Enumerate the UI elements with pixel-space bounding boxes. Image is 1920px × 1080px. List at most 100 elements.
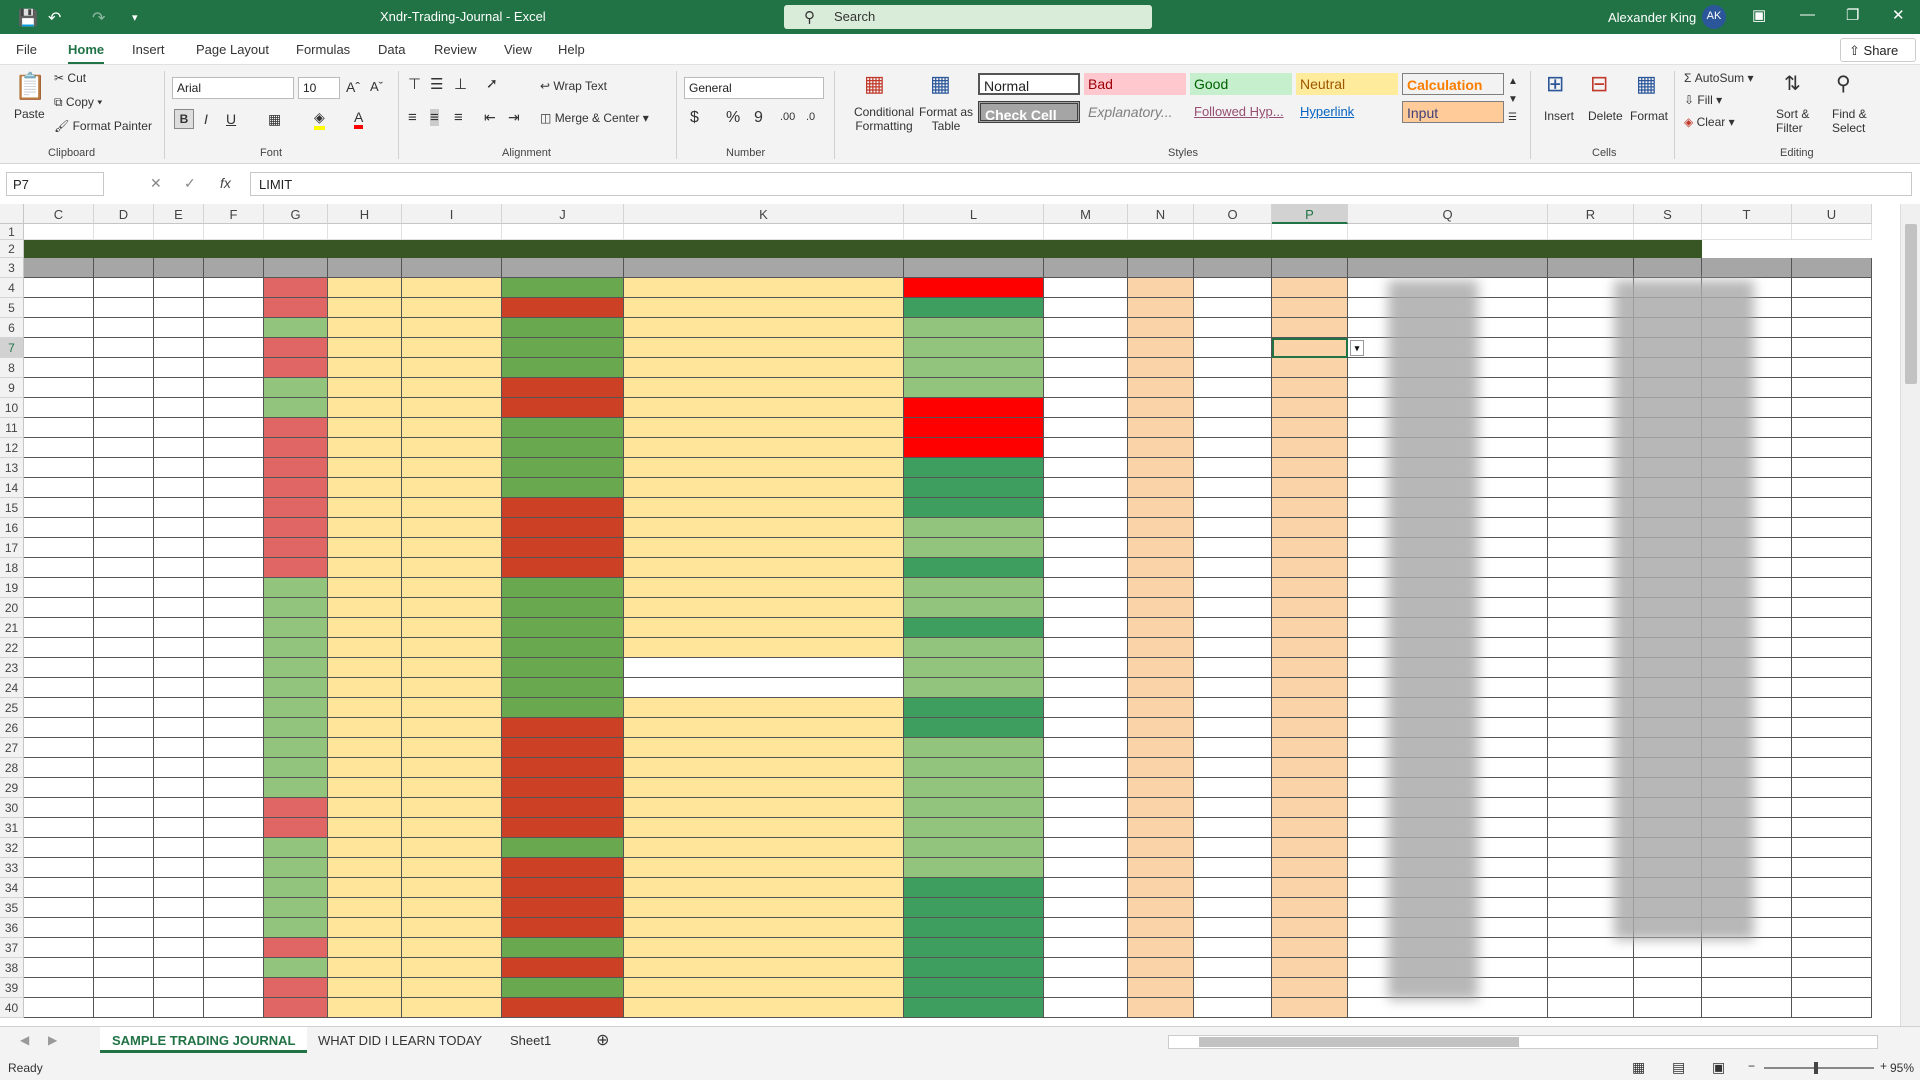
cell[interactable] xyxy=(1194,898,1272,918)
column-header[interactable]: D xyxy=(94,204,154,224)
cell[interactable] xyxy=(204,878,264,898)
cell[interactable] xyxy=(24,978,94,998)
sheet-tab-what-did-i-learn-today[interactable]: WHAT DID I LEARN TODAY xyxy=(306,1027,494,1053)
cell[interactable] xyxy=(502,318,624,338)
cell[interactable] xyxy=(402,758,502,778)
cell[interactable] xyxy=(904,638,1044,658)
cell[interactable] xyxy=(1044,658,1128,678)
clear-button[interactable]: ◈ Clear ▾ xyxy=(1684,115,1735,129)
cell[interactable] xyxy=(1128,978,1194,998)
cell[interactable] xyxy=(24,818,94,838)
cell[interactable] xyxy=(94,858,154,878)
cell[interactable] xyxy=(904,598,1044,618)
cell[interactable] xyxy=(402,998,502,1018)
cell[interactable] xyxy=(154,858,204,878)
cell[interactable] xyxy=(264,918,328,938)
cell[interactable] xyxy=(402,318,502,338)
cell[interactable] xyxy=(204,758,264,778)
cell[interactable] xyxy=(1194,458,1272,478)
cell[interactable] xyxy=(154,418,204,438)
cell[interactable] xyxy=(904,418,1044,438)
cell[interactable] xyxy=(154,438,204,458)
cell[interactable] xyxy=(1792,598,1872,618)
cell[interactable] xyxy=(1128,678,1194,698)
cell[interactable] xyxy=(1272,578,1348,598)
row-header[interactable]: 24 xyxy=(0,678,24,698)
cell[interactable] xyxy=(624,378,904,398)
cell[interactable] xyxy=(624,698,904,718)
cell[interactable] xyxy=(1272,438,1348,458)
cell[interactable] xyxy=(1272,758,1348,778)
cell[interactable] xyxy=(502,858,624,878)
cell[interactable] xyxy=(328,678,402,698)
cell[interactable] xyxy=(264,758,328,778)
cell[interactable] xyxy=(1272,878,1348,898)
cell[interactable] xyxy=(328,698,402,718)
cell[interactable] xyxy=(502,958,624,978)
cell[interactable] xyxy=(154,818,204,838)
cell[interactable] xyxy=(264,378,328,398)
cell[interactable] xyxy=(328,518,402,538)
cell[interactable] xyxy=(624,658,904,678)
cell[interactable] xyxy=(624,338,904,358)
cell[interactable] xyxy=(204,278,264,298)
cell[interactable] xyxy=(1792,338,1872,358)
cell[interactable] xyxy=(204,958,264,978)
column-header[interactable]: N xyxy=(1128,204,1194,224)
cell[interactable] xyxy=(154,338,204,358)
column-title[interactable] xyxy=(1194,258,1272,278)
format-table-icon[interactable]: ▦ xyxy=(930,71,951,97)
cell[interactable] xyxy=(204,378,264,398)
cell[interactable] xyxy=(1194,718,1272,738)
row-header[interactable]: 29 xyxy=(0,778,24,798)
cell[interactable] xyxy=(1194,738,1272,758)
cell[interactable] xyxy=(24,298,94,318)
format-cells-button[interactable]: Format xyxy=(1630,109,1668,123)
cell[interactable] xyxy=(94,458,154,478)
cell[interactable] xyxy=(402,358,502,378)
decrease-font-icon[interactable]: Aˇ xyxy=(370,79,383,94)
cell[interactable] xyxy=(264,338,328,358)
cell[interactable] xyxy=(24,778,94,798)
cell[interactable] xyxy=(1548,938,1634,958)
cell[interactable] xyxy=(1702,978,1792,998)
cell[interactable] xyxy=(154,658,204,678)
cell[interactable] xyxy=(1792,958,1872,978)
cell[interactable] xyxy=(624,478,904,498)
cell[interactable] xyxy=(502,538,624,558)
cell[interactable] xyxy=(502,778,624,798)
cell[interactable] xyxy=(264,978,328,998)
cell[interactable] xyxy=(264,618,328,638)
cell[interactable] xyxy=(624,738,904,758)
row-header[interactable]: 17 xyxy=(0,538,24,558)
row-header[interactable]: 14 xyxy=(0,478,24,498)
cell[interactable] xyxy=(1348,224,1548,240)
cell[interactable] xyxy=(904,578,1044,598)
cell[interactable] xyxy=(1194,878,1272,898)
cell[interactable] xyxy=(1194,658,1272,678)
zoom-in-icon[interactable]: + xyxy=(1880,1059,1887,1073)
cell[interactable] xyxy=(264,398,328,418)
cell[interactable] xyxy=(1272,978,1348,998)
cell[interactable] xyxy=(1792,678,1872,698)
cell[interactable] xyxy=(502,978,624,998)
cell[interactable] xyxy=(502,938,624,958)
cell[interactable] xyxy=(1272,698,1348,718)
cell[interactable] xyxy=(328,798,402,818)
cell[interactable] xyxy=(402,458,502,478)
row-header[interactable]: 13 xyxy=(0,458,24,478)
cell[interactable] xyxy=(904,478,1044,498)
cell[interactable] xyxy=(624,718,904,738)
cell[interactable] xyxy=(24,278,94,298)
cell[interactable] xyxy=(1128,358,1194,378)
cell[interactable] xyxy=(624,678,904,698)
row-header[interactable]: 19 xyxy=(0,578,24,598)
cell[interactable] xyxy=(328,958,402,978)
fill-button[interactable]: ⇩ Fill ▾ xyxy=(1684,93,1722,107)
cell[interactable] xyxy=(1792,718,1872,738)
cell[interactable] xyxy=(1272,738,1348,758)
cell[interactable] xyxy=(1194,778,1272,798)
cell[interactable] xyxy=(502,578,624,598)
cell[interactable] xyxy=(264,658,328,678)
cell[interactable] xyxy=(154,458,204,478)
